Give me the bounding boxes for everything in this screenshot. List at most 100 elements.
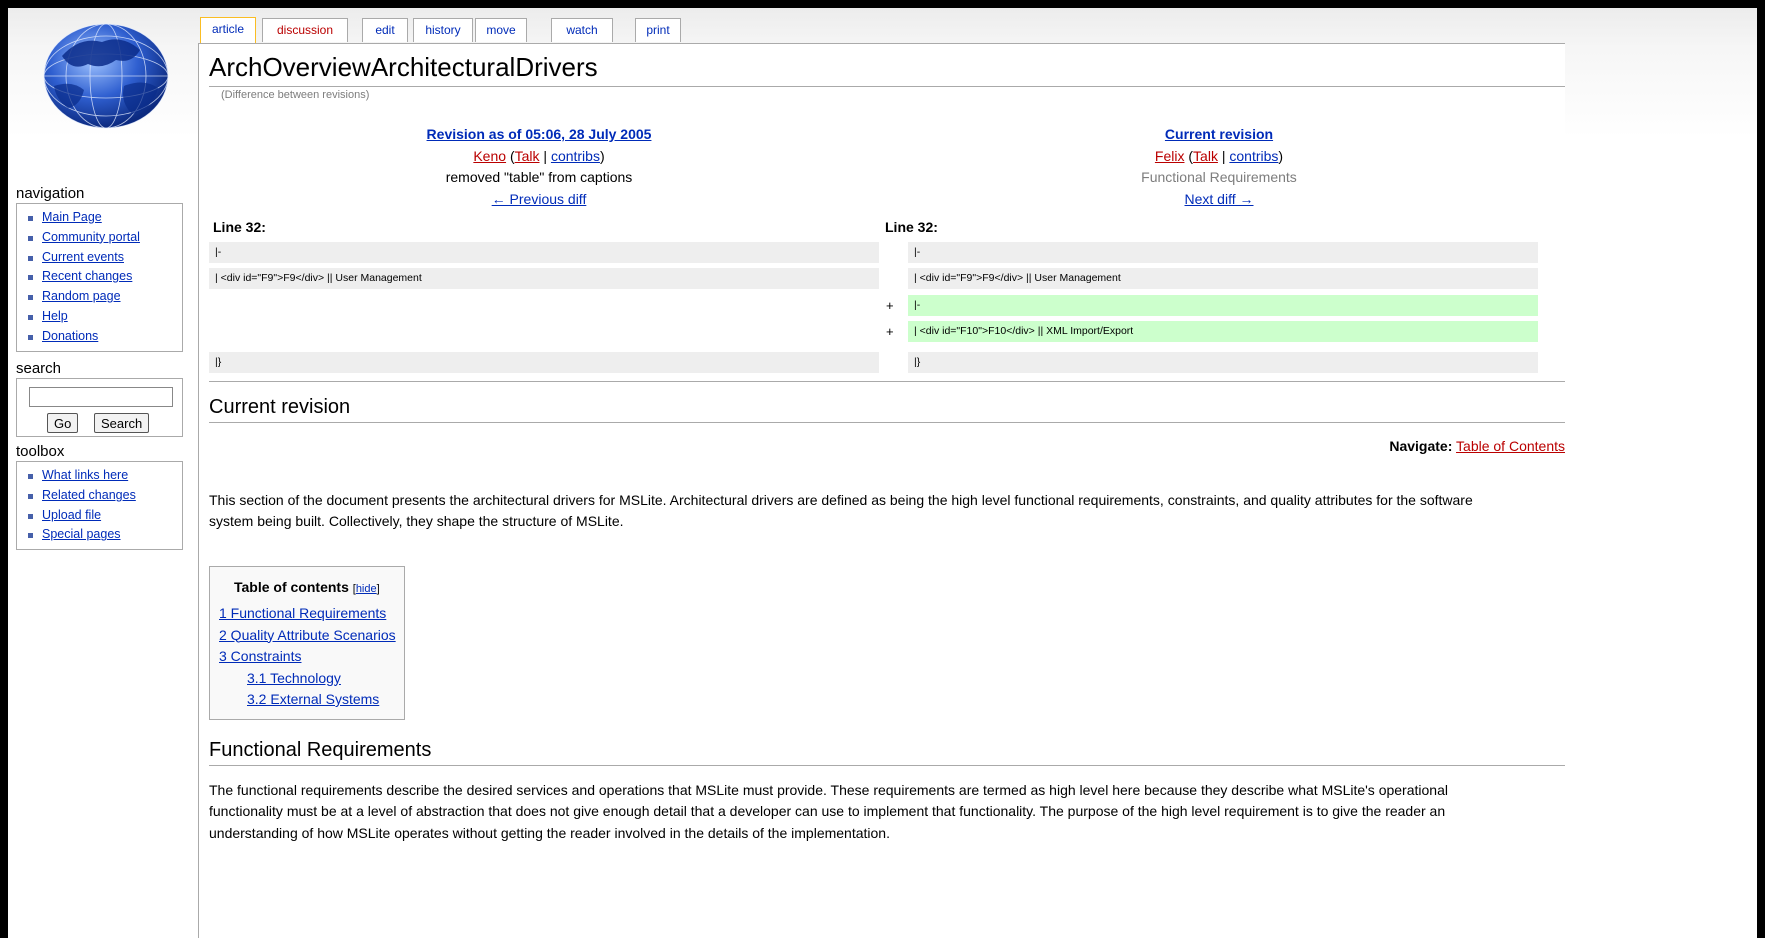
search-portlet: Go Search [16,378,183,437]
sidebar-item-random-page: Random page [25,287,182,307]
tab-print-label: print [646,23,670,37]
globe-logo-icon[interactable] [32,16,180,134]
new-contribs-link[interactable]: contribs [1229,148,1278,164]
sidebar-item-recent-changes: Recent changes [25,267,182,287]
toolbox-portlet: What links here Related changes Upload f… [16,461,183,550]
toc-item: 3.2 External Systems [219,689,396,711]
search-input[interactable] [29,387,173,407]
diff-added-line: |- [908,295,1538,316]
upload-file-link[interactable]: Upload file [42,508,101,522]
recent-changes-link[interactable]: Recent changes [42,269,132,283]
functional-line: The functional requirements describe the… [209,782,1448,798]
current-events-link[interactable]: Current events [42,250,124,264]
current-revision-heading: Current revision [209,396,351,418]
toolbox-item-special-pages: Special pages [25,525,182,545]
tab-print[interactable]: print [635,18,681,42]
functional-requirements-heading: Functional Requirements [209,739,432,761]
tab-history-label: history [425,23,461,37]
tab-discussion-label: discussion [276,23,334,37]
main-page-link[interactable]: Main Page [42,210,102,224]
toolbox-item-upload-file: Upload file [25,506,182,526]
tab-move-label: move [486,23,516,37]
donations-link[interactable]: Donations [42,329,98,343]
old-user-link[interactable]: Keno [473,148,506,164]
tab-edit-label: edit [375,23,395,37]
toc-link-external-systems[interactable]: 3.2 External Systems [247,691,379,707]
content-area: ArchOverviewArchitecturalDrivers (Differ… [198,43,1565,938]
sidebar-item-current-events: Current events [25,248,182,268]
functional-line: understanding of how MSLite operates wit… [209,824,890,841]
diff-context-line: |} [209,352,879,373]
intro-paragraph: This section of the document presents th… [209,490,1473,533]
toc-link-technology[interactable]: 3.1 Technology [247,670,341,686]
search-button[interactable]: Search [94,413,150,433]
toc-hide-control: [hide] [353,583,380,595]
toolbox-title: toolbox [16,443,65,460]
diff-context-line: |} [908,352,1538,373]
current-revision-author: Felix (Talk | contribs) [879,146,1559,168]
current-revision-header: Current revision Felix (Talk | contribs)… [879,124,1559,210]
old-revision-comment: removed "table" from captions [445,169,633,185]
tab-move[interactable]: move [475,18,527,42]
random-page-link[interactable]: Random page [42,289,121,303]
current-revision-link[interactable]: Current revision [1165,126,1273,142]
next-diff-link[interactable]: Next diff → [1185,191,1254,207]
paren-close: ) [1278,147,1284,164]
paren-close: ) [599,147,605,164]
tab-history[interactable]: history [413,18,473,42]
diff-added-marker: + [886,324,894,339]
tab-watch[interactable]: watch [551,18,613,42]
old-revision-link[interactable]: Revision as of 05:06, 28 July 2005 [427,126,652,142]
what-links-here-link[interactable]: What links here [42,468,128,482]
section-divider [209,765,1565,766]
toc-title-text: Table of contents [234,579,349,595]
bracket-close: ] [376,583,380,595]
navigate-label: Navigate: [1389,438,1453,454]
navigation-portlet: Main Page Community portal Current event… [16,203,183,352]
special-pages-link[interactable]: Special pages [42,527,121,541]
search-title: search [16,360,62,377]
toc-item: 2 Quality Attribute Scenarios [219,625,396,647]
sidebar-item-help: Help [25,307,182,327]
toc-title: Table of contents [hide] [234,579,380,595]
table-of-contents-link[interactable]: Table of Contents [1456,438,1565,454]
sidebar-item-main-page: Main Page [25,208,182,228]
tab-discussion[interactable]: discussion [262,18,348,42]
diff-bottom-divider [209,381,1565,382]
diff-context-line: |- [908,242,1538,263]
current-revision-comment: Functional Requirements [1141,169,1297,185]
toc-link-functional-requirements[interactable]: 1 Functional Requirements [219,605,386,621]
toc-link-constraints[interactable]: 3 Constraints [219,648,301,664]
toc-hide-link[interactable]: hide [356,583,377,595]
old-line-number: Line 32: [213,219,266,235]
tab-article-label: article [211,22,244,36]
diff-context-line: | <div id="F9">F9</div> || User Manageme… [908,268,1538,289]
help-link[interactable]: Help [42,309,68,323]
table-of-contents: Table of contents [hide] 1 Functional Re… [209,566,405,720]
tab-edit[interactable]: edit [362,18,408,42]
diff-added-line: | <div id="F10">F10</div> || XML Import/… [908,321,1538,342]
sidebar-item-community-portal: Community portal [25,228,182,248]
old-talk-link[interactable]: Talk [515,148,540,164]
title-divider [209,86,1565,87]
previous-diff-link[interactable]: ← Previous diff [492,191,587,207]
go-button[interactable]: Go [47,413,79,433]
related-changes-link[interactable]: Related changes [42,488,136,502]
tab-article[interactable]: article [200,17,256,43]
toc-link-quality-attribute-scenarios[interactable]: 2 Quality Attribute Scenarios [219,627,396,643]
old-revision-author: Keno (Talk | contribs) [199,146,879,168]
sidebar-item-donations: Donations [25,327,182,347]
tab-watch-label: watch [566,23,598,37]
old-contribs-link[interactable]: contribs [551,148,600,164]
separator: | [1217,147,1230,164]
community-portal-link[interactable]: Community portal [42,230,140,244]
intro-line: This section of the document presents th… [209,492,1473,508]
new-talk-link[interactable]: Talk [1193,148,1218,164]
new-line-number: Line 32: [885,219,938,235]
navigate-bar: Navigate: Table of Contents [1389,438,1565,454]
new-user-link[interactable]: Felix [1155,148,1185,164]
wiki-window: navigation Main Page Community portal Cu… [0,0,1765,938]
page-subtitle: (Difference between revisions) [221,89,370,101]
toolbox-item-related-changes: Related changes [25,486,182,506]
old-revision-header: Revision as of 05:06, 28 July 2005 Keno … [199,124,879,210]
